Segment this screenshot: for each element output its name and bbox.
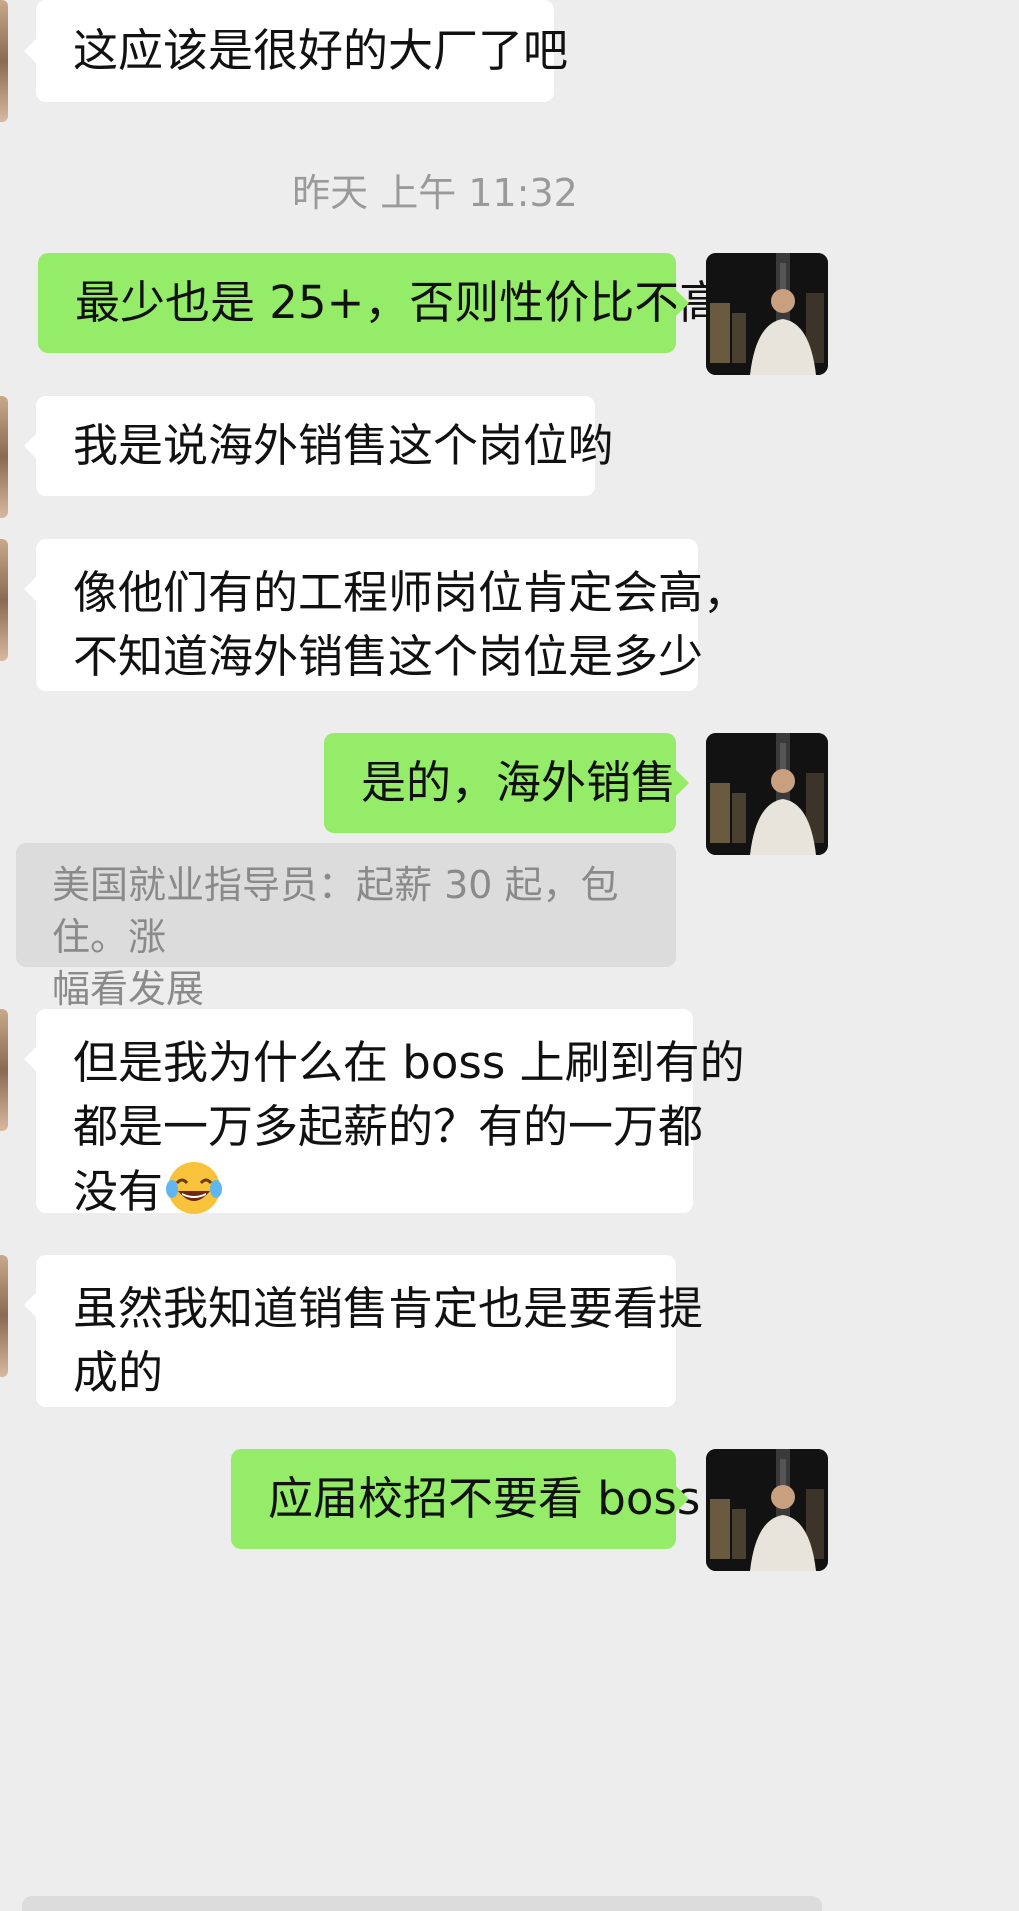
avatar-photo-icon — [706, 733, 828, 855]
my-avatar[interactable] — [706, 1449, 828, 1571]
message-text: 像他们有的工程师岗位肯定会高， — [73, 566, 749, 619]
message-text: 我是说海外销售这个岗位哟 — [73, 419, 614, 472]
quoted-text: 美国就业指导员：起薪 30 起，包住。涨 — [52, 863, 619, 959]
bubble-tail — [676, 290, 689, 316]
contact-avatar[interactable] — [0, 1255, 8, 1377]
message-text: 应届校招不要看 boss — [268, 1472, 701, 1525]
message-text: 没有 — [73, 1165, 164, 1218]
message-text: 都是一万多起薪的？有的一万都 — [73, 1100, 704, 1153]
incoming-message[interactable]: 但是我为什么在 boss 上刷到有的 都是一万多起薪的？有的一万都 没有 — [36, 1009, 745, 1218]
message-text: 虽然我知道销售肯定也是要看提 — [73, 1282, 704, 1335]
bubble-tail — [676, 770, 689, 796]
quoted-text: 幅看发展 — [52, 967, 205, 1011]
next-message-edge — [22, 1896, 822, 1911]
contact-avatar[interactable] — [0, 539, 8, 661]
contact-avatar[interactable] — [0, 1009, 8, 1131]
incoming-message[interactable]: 这应该是很好的大厂了吧 — [36, 0, 568, 102]
my-avatar[interactable] — [706, 253, 828, 375]
my-avatar[interactable] — [706, 733, 828, 855]
incoming-message[interactable]: 我是说海外销售这个岗位哟 — [36, 396, 613, 496]
message-text: 这应该是很好的大厂了吧 — [73, 24, 569, 77]
avatar-photo-icon — [706, 1449, 828, 1571]
message-text: 但是我为什么在 boss 上刷到有的 — [73, 1036, 745, 1089]
message-timestamp: 昨天 上午 11:32 — [292, 171, 578, 215]
contact-avatar[interactable] — [0, 396, 8, 518]
message-text: 不知道海外销售这个岗位是多少 — [73, 630, 704, 683]
outgoing-message[interactable]: 应届校招不要看 boss — [231, 1449, 700, 1549]
message-text: 是的，海外销售 — [361, 756, 677, 809]
tears-of-joy-emoji-icon — [166, 1162, 223, 1214]
message-text: 成的 — [73, 1346, 164, 1399]
message-text: 最少也是 25+，否则性价比不高 — [75, 276, 725, 329]
outgoing-message[interactable]: 最少也是 25+，否则性价比不高 — [38, 253, 724, 353]
contact-avatar[interactable] — [0, 0, 8, 122]
incoming-message[interactable]: 像他们有的工程师岗位肯定会高， 不知道海外销售这个岗位是多少 — [36, 539, 748, 691]
avatar-photo-icon — [706, 253, 828, 375]
chat-view: 这应该是很好的大厂了吧 昨天 上午 11:32 最少也是 25+，否则性价比不高… — [0, 0, 1019, 1911]
bubble-tail — [676, 1486, 689, 1512]
message-line: 没有 — [73, 1159, 223, 1224]
quoted-message[interactable]: 美国就业指导员：起薪 30 起，包住。涨 幅看发展 — [16, 843, 676, 1011]
outgoing-message[interactable]: 是的，海外销售 — [324, 733, 676, 833]
incoming-message[interactable]: 虽然我知道销售肯定也是要看提 成的 — [36, 1255, 703, 1407]
